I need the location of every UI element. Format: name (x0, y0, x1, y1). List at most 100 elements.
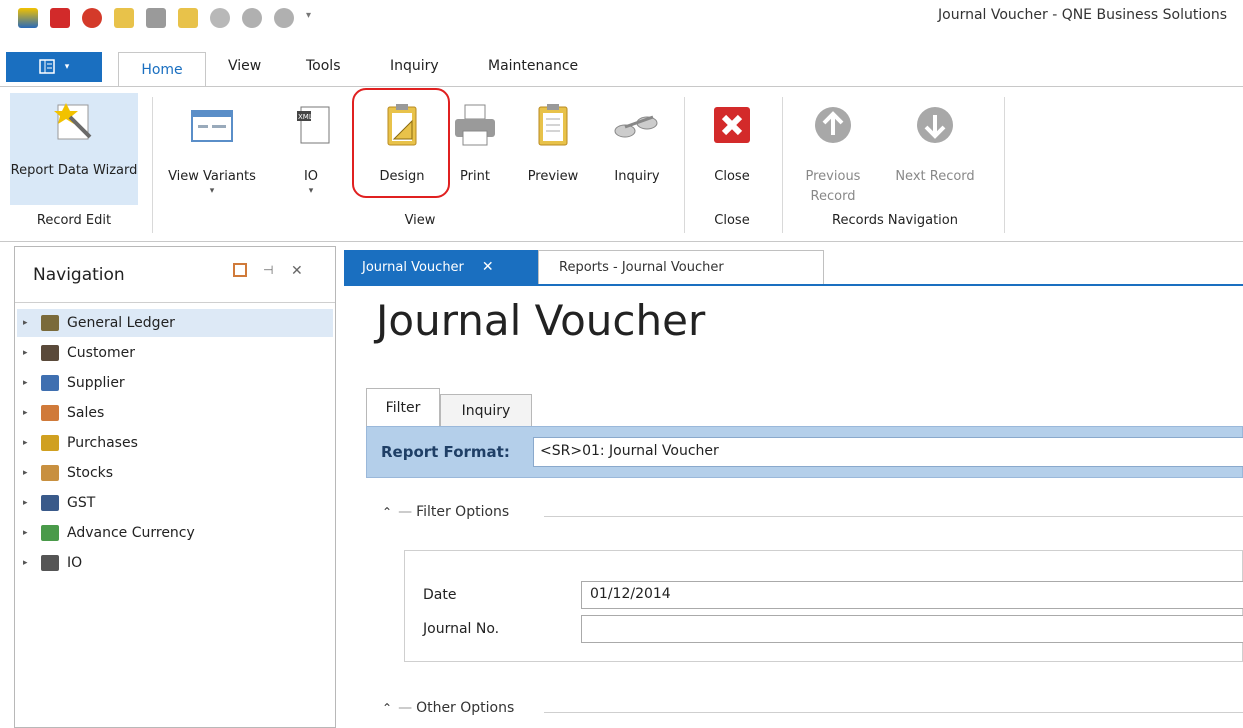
separator (782, 97, 783, 233)
tab-reports-journal-voucher[interactable]: Reports - Journal Voucher (538, 250, 824, 284)
preview-button[interactable]: Preview (516, 101, 590, 187)
close-button[interactable]: Close (700, 101, 764, 187)
other-options-header[interactable]: ⌃ — Other Options (382, 700, 514, 716)
ribbon-tabs: ▾ Home View Tools Inquiry Maintenance (0, 52, 1243, 86)
close-icon (714, 107, 750, 143)
nav-item-label: IO (67, 555, 83, 571)
group-label-record-edit: Record Edit (36, 213, 112, 228)
nav-item[interactable]: ▸ Purchases (17, 429, 333, 457)
next-record-button[interactable]: Next Record (880, 101, 990, 187)
nav-item-label: Purchases (67, 435, 138, 451)
qne-logo-icon[interactable] (18, 8, 38, 28)
report-format-label: Report Format: (381, 443, 510, 461)
divider (544, 712, 1243, 713)
main-content: Journal Voucher ✕ Reports - Journal Vouc… (344, 246, 1243, 728)
preview-icon (538, 104, 568, 146)
tab-journal-voucher[interactable]: Journal Voucher ✕ (344, 250, 538, 284)
binoculars-icon (614, 115, 658, 138)
separator (1004, 97, 1005, 233)
app-menu-icon (38, 59, 55, 74)
io-button[interactable]: XML IO ▾ (286, 101, 336, 196)
nav-item-label: GST (67, 495, 96, 511)
navigation-panel: Navigation ⊣ ✕ ▸ General Ledger ▸ Customer ▸… (14, 246, 336, 728)
tab-maintenance[interactable]: Maintenance (488, 58, 578, 74)
tab-filter[interactable]: Filter (366, 388, 440, 426)
navigation-header: Navigation ⊣ ✕ (15, 247, 335, 303)
page-title: Journal Voucher (376, 296, 706, 345)
inquiry-icon[interactable] (210, 8, 230, 28)
tab-view[interactable]: View (228, 58, 261, 74)
nav-item-label: Advance Currency (67, 525, 195, 541)
nav-item-label: General Ledger (67, 315, 175, 331)
design-highlight (352, 88, 450, 198)
view-variants-button[interactable]: View Variants ▾ (166, 101, 258, 196)
print-icon (455, 104, 495, 146)
tab-inquiry[interactable]: Inquiry (440, 394, 532, 426)
nav-item[interactable]: ▸ Advance Currency (17, 519, 333, 547)
expand-arrow-icon[interactable]: ▸ (23, 378, 37, 388)
arrow-up-icon (815, 107, 851, 143)
filter-options-header[interactable]: ⌃ — Filter Options (382, 504, 509, 520)
tab-inquiry[interactable]: Inquiry (390, 58, 439, 74)
group-label-records-navigation: Records Navigation (832, 213, 958, 228)
wizard-icon (54, 103, 92, 140)
preview-icon[interactable] (178, 8, 198, 28)
expand-arrow-icon[interactable]: ▸ (23, 498, 37, 508)
supplier-icon (41, 375, 59, 391)
print-button[interactable]: Print (446, 101, 504, 187)
document-tabs: Journal Voucher ✕ Reports - Journal Vouc… (344, 246, 1243, 286)
float-icon[interactable] (233, 263, 247, 281)
expand-arrow-icon[interactable]: ▸ (23, 528, 37, 538)
expand-arrow-icon[interactable]: ▸ (23, 348, 37, 358)
design-icon[interactable] (114, 8, 134, 28)
view-variants-icon (191, 110, 233, 142)
nav-item-label: Sales (67, 405, 105, 421)
general-ledger-icon (41, 315, 59, 331)
close-icon[interactable]: ✕ (291, 263, 303, 279)
sales-icon (41, 405, 59, 421)
currency-icon (41, 525, 59, 541)
pin-icon[interactable]: ⊣ (263, 263, 273, 277)
nav-item[interactable]: ▸ Customer (17, 339, 333, 367)
report-format-select[interactable]: <SR>01: Journal Voucher (533, 437, 1243, 467)
date-field[interactable]: 01/12/2014 ⌄ (581, 581, 1243, 609)
tab-home[interactable]: Home (118, 52, 206, 86)
nav-item[interactable]: ▸ Sales (17, 399, 333, 427)
filter-options-box: Date 01/12/2014 ⌄ Journal No. ▾ ↶ (404, 550, 1243, 662)
expand-arrow-icon[interactable]: ▸ (23, 558, 37, 568)
report-format-bar: Report Format: <SR>01: Journal Voucher (366, 426, 1243, 478)
expand-arrow-icon[interactable]: ▸ (23, 438, 37, 448)
window-title: Journal Voucher - QNE Business Solutions (938, 7, 1227, 23)
purchases-icon (41, 435, 59, 451)
expand-arrow-icon[interactable]: ▸ (23, 468, 37, 478)
nav-item[interactable]: ▸ IO (17, 549, 333, 577)
separator (152, 97, 153, 233)
date-label: Date (423, 587, 457, 603)
up-icon[interactable] (242, 8, 262, 28)
report-data-wizard-button[interactable]: Report Data Wizard (10, 97, 138, 181)
down-icon[interactable] (274, 8, 294, 28)
chevron-up-icon: ⌃ (382, 701, 393, 715)
inquiry-button[interactable]: Inquiry (600, 101, 674, 187)
io-icon: XML (297, 106, 330, 144)
print-icon[interactable] (146, 8, 166, 28)
group-label-close: Close (714, 213, 750, 228)
tab-tools[interactable]: Tools (306, 58, 341, 74)
customize-icon[interactable]: ▾ (306, 10, 311, 21)
nav-item[interactable]: ▸ Supplier (17, 369, 333, 397)
pdf-icon[interactable] (50, 8, 70, 28)
journal-no-field[interactable]: ▾ ↶ (581, 615, 1243, 643)
gst-icon (41, 495, 59, 511)
chevron-down-icon: ▾ (64, 62, 70, 72)
nav-item[interactable]: ▸ General Ledger (17, 309, 333, 337)
ribbon: Report Data Wizard View Variants ▾ XML I… (0, 86, 1243, 242)
close-tab-icon[interactable]: ✕ (482, 259, 494, 275)
nav-item[interactable]: ▸ GST (17, 489, 333, 517)
expand-arrow-icon[interactable]: ▸ (23, 318, 37, 328)
power-icon[interactable] (82, 8, 102, 28)
nav-item[interactable]: ▸ Stocks (17, 459, 333, 487)
chevron-down-icon: ▾ (308, 186, 314, 196)
app-menu-button[interactable]: ▾ (6, 52, 102, 82)
previous-record-button[interactable]: Previous Record (790, 101, 876, 207)
expand-arrow-icon[interactable]: ▸ (23, 408, 37, 418)
